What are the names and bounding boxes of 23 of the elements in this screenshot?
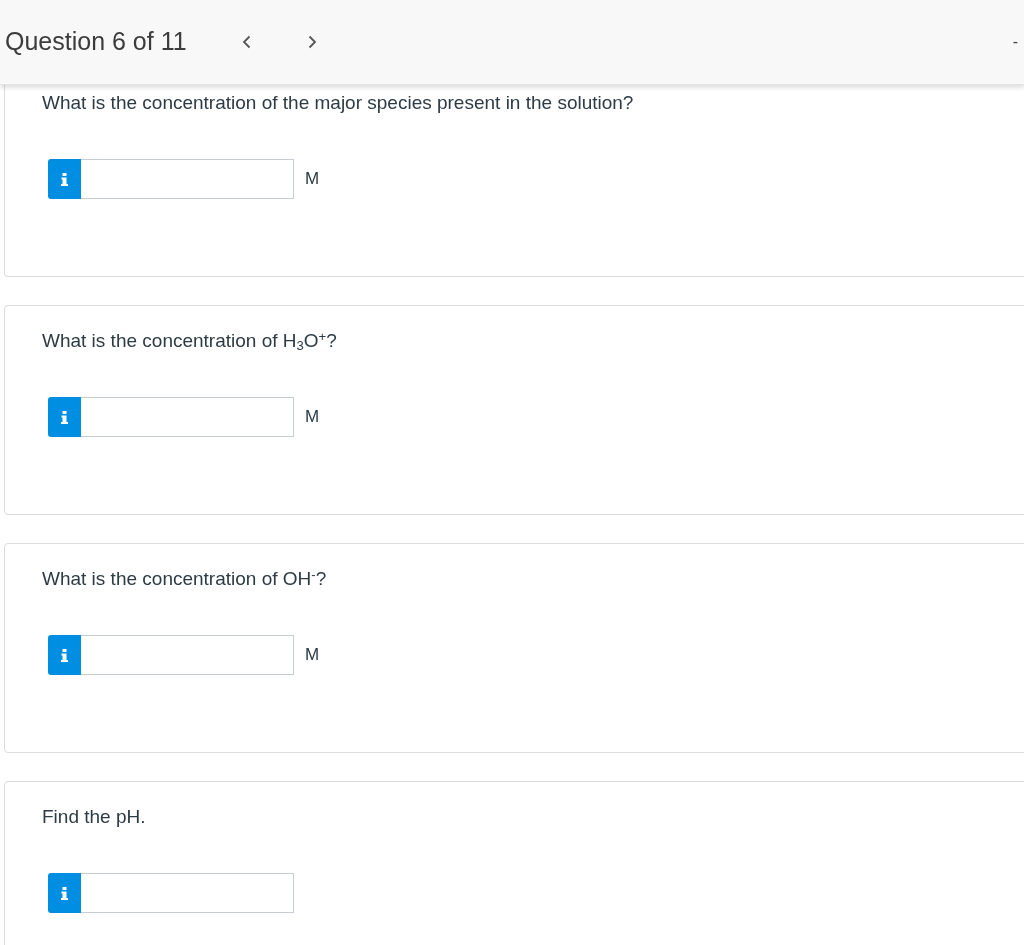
answer-field[interactable]: [81, 873, 294, 913]
info-icon: [61, 410, 68, 424]
info-icon: [61, 886, 68, 900]
answer-field[interactable]: [81, 397, 294, 437]
unit-label: M: [305, 406, 320, 429]
header-dash: -: [1012, 32, 1018, 52]
question-text: Find the pH.: [42, 805, 146, 829]
info-button[interactable]: [48, 873, 81, 913]
question-text: What is the concentration of H$_{3}$O$^{+}$?: [42, 327, 337, 355]
question-counter: Question 6 of 11: [5, 26, 187, 58]
info-button[interactable]: [48, 397, 81, 437]
unit-label: M: [305, 168, 320, 191]
unit-label: M: [305, 644, 320, 667]
info-button[interactable]: [48, 159, 81, 199]
question-text: What is the concentration of the major species present in the solution?: [42, 91, 634, 115]
question-text: What is the concentration of OH$^{-}$?: [42, 565, 327, 591]
chevron-right-icon: [308, 35, 318, 49]
info-icon: [61, 648, 68, 662]
chevron-left-icon: [242, 35, 252, 49]
answer-field[interactable]: [81, 635, 294, 675]
info-icon: [61, 172, 68, 186]
info-button[interactable]: [48, 635, 81, 675]
answer-field[interactable]: [81, 159, 294, 199]
